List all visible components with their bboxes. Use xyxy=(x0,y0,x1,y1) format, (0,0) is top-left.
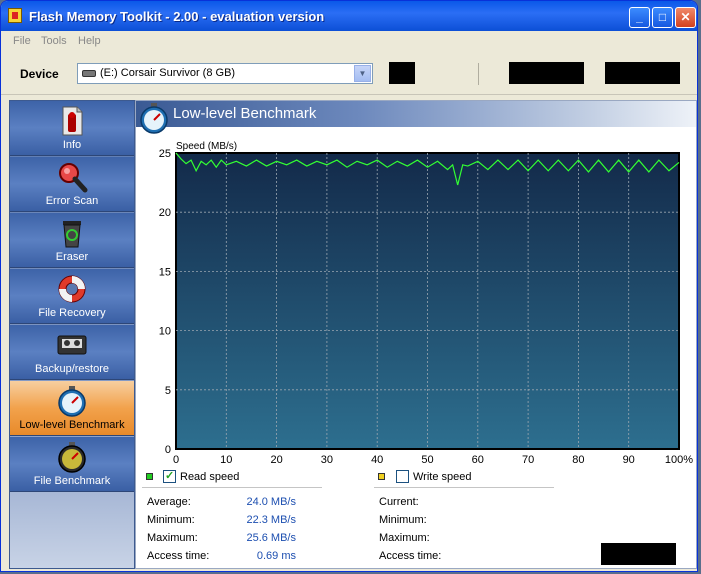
menu-bar: File Tools Help xyxy=(1,32,697,52)
read-speed-checkbox[interactable] xyxy=(163,469,176,483)
device-bar: Device (E:) Corsair Survivor (8 GB) ▼ xyxy=(1,53,697,95)
access-time-label: Access time: xyxy=(147,550,210,562)
access-time-label: Access time: xyxy=(379,550,442,562)
maximize-button[interactable]: □ xyxy=(652,7,673,28)
read-speed-label: Read speed xyxy=(180,471,240,483)
redacted-box xyxy=(601,543,676,565)
write-speed-checkbox[interactable] xyxy=(396,470,409,483)
read-average-value: 24.0 MB/s xyxy=(246,496,296,508)
y-tick-label: 10 xyxy=(159,326,171,338)
y-tick-label: 25 xyxy=(159,148,171,160)
redacted-box xyxy=(389,62,415,84)
device-label: Device xyxy=(20,67,59,81)
x-tick-label: 0 xyxy=(173,454,179,463)
x-tick-label: 10 xyxy=(220,454,232,463)
window-title: Flash Memory Toolkit - 2.00 - evaluation… xyxy=(29,9,325,24)
menu-tools[interactable]: Tools xyxy=(41,35,67,47)
magnifier-icon xyxy=(59,163,88,193)
menu-help[interactable]: Help xyxy=(78,35,101,47)
sidebar-item-backup-restore[interactable]: Backup/restore xyxy=(10,325,134,380)
sidebar-item-file-recovery[interactable]: File Recovery xyxy=(10,269,134,324)
redacted-box xyxy=(605,62,680,84)
speed-chart-svg: 25201510500 10 20 30 40 50 60 70 80 90 100%Speed (… xyxy=(159,141,694,466)
sidebar-item-low-level-benchmark[interactable]: Low-level Benchmark xyxy=(10,381,134,436)
divider xyxy=(374,487,554,488)
x-tick-label: 40 xyxy=(371,454,383,463)
sidebar-item-label: Error Scan xyxy=(45,195,99,207)
drive-icon xyxy=(82,70,96,77)
sidebar-item-label: Eraser xyxy=(55,251,89,263)
sidebar-item-error-scan[interactable]: Error Scan xyxy=(10,157,134,212)
x-tick-label: 30 xyxy=(321,454,333,463)
menu-file[interactable]: File xyxy=(13,35,31,47)
close-button[interactable]: ✕ xyxy=(675,7,696,28)
device-value: (E:) Corsair Survivor (8 GB) xyxy=(100,67,236,79)
x-tick-label: 50 xyxy=(421,454,433,463)
read-access-time-value: 0.69 ms xyxy=(256,550,296,562)
sidebar-item-eraser[interactable]: Eraser xyxy=(10,213,134,268)
x-tick-label: 100% xyxy=(665,454,693,463)
benchmark-panel: Low-level Benchmark 25 20 15 10 5 0 0 10 20 30 40 5… xyxy=(135,100,697,569)
redacted-box xyxy=(509,62,584,84)
sidebar: Info Error Scan Eraser File Recovery Bac… xyxy=(9,100,135,569)
sidebar-item-label: Info xyxy=(62,139,82,151)
app-icon[interactable] xyxy=(8,8,22,23)
panel-title: Low-level Benchmark xyxy=(173,105,317,122)
sidebar-item-label: File Benchmark xyxy=(33,475,111,487)
chevron-down-icon[interactable]: ▼ xyxy=(354,65,371,82)
lifebuoy-icon xyxy=(58,275,86,303)
stopwatch-dark-icon xyxy=(58,442,86,473)
stopwatch-icon xyxy=(140,103,168,134)
y-tick-label: 5 xyxy=(165,385,171,397)
read-minimum-value: 22.3 MB/s xyxy=(246,514,296,526)
app-window: Flash Memory Toolkit - 2.00 - evaluation… xyxy=(0,0,698,572)
y-tick-label: 0 xyxy=(165,444,171,456)
sidebar-item-info[interactable]: Info xyxy=(10,101,134,156)
minimum-label: Minimum: xyxy=(147,514,195,526)
sidebar-item-file-benchmark[interactable]: File Benchmark xyxy=(10,437,134,492)
tape-icon xyxy=(57,335,87,355)
write-speed-label: Write speed xyxy=(413,471,472,483)
read-legend-swatch xyxy=(146,473,153,480)
x-tick-label: 90 xyxy=(623,454,635,463)
speed-chart: 25 20 15 10 5 0 0 10 20 30 40 50 60 70 80 90 100% Speed (… xyxy=(136,131,696,466)
panel-header: Low-level Benchmark xyxy=(136,101,696,134)
recycle-bin-icon xyxy=(63,221,81,248)
maximum-label: Maximum: xyxy=(379,532,430,544)
x-tick-label: 20 xyxy=(270,454,282,463)
maximum-label: Maximum: xyxy=(147,532,198,544)
device-select[interactable]: (E:) Corsair Survivor (8 GB) ▼ xyxy=(77,63,373,84)
x-tick-label: 80 xyxy=(572,454,584,463)
x-tick-label: 70 xyxy=(522,454,534,463)
divider xyxy=(142,487,322,488)
write-legend-swatch xyxy=(378,473,385,480)
info-icon xyxy=(62,106,83,136)
x-tick-label: 60 xyxy=(472,454,484,463)
current-label: Current: xyxy=(379,496,419,508)
title-bar[interactable]: Flash Memory Toolkit - 2.00 - evaluation… xyxy=(1,1,697,31)
read-maximum-value: 25.6 MB/s xyxy=(246,532,296,544)
y-axis-label: Speed (MB/s) xyxy=(176,141,237,152)
toolbar-separator xyxy=(478,63,479,85)
y-tick-label: 15 xyxy=(159,266,171,278)
minimum-label: Minimum: xyxy=(379,514,427,526)
sidebar-item-label: Low-level Benchmark xyxy=(19,419,125,431)
sidebar-item-label: File Recovery xyxy=(38,307,106,319)
sidebar-item-label: Backup/restore xyxy=(35,363,109,375)
stopwatch-icon xyxy=(58,386,86,417)
minimize-button[interactable]: _ xyxy=(629,7,650,28)
average-label: Average: xyxy=(147,496,191,508)
y-tick-label: 20 xyxy=(159,207,171,219)
